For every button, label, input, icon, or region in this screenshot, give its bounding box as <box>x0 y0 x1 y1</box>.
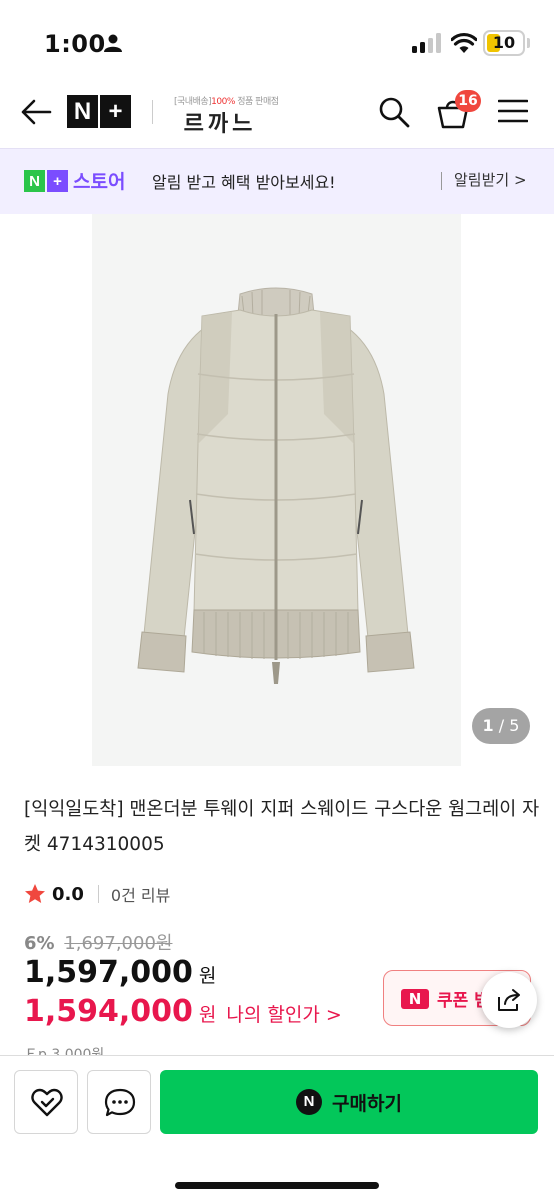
store-brand[interactable]: [국내배송]100% 정품 판매점 르까느 <box>174 94 279 137</box>
wifi-icon <box>451 32 477 53</box>
rating-row[interactable]: 0.0 0건 리뷰 <box>24 881 170 907</box>
share-icon <box>498 989 520 1011</box>
notification-banner[interactable]: N + 스토어 알림 받고 혜택 받아보세요! 알림받기 > <box>0 148 554 214</box>
header-divider <box>152 100 153 124</box>
sale-price-unit: 원 <box>198 1004 217 1026</box>
receive-alarm-link[interactable]: 알림받기 > <box>454 169 527 190</box>
naver-n-icon: N <box>296 1089 323 1115</box>
rating-score: 0.0 <box>52 883 84 905</box>
banner-logo-n: N <box>24 170 45 192</box>
buy-button[interactable]: N 구매하기 <box>160 1070 538 1134</box>
discount-rate: 6% <box>24 933 55 954</box>
original-price: 1,697,000원 <box>64 933 173 954</box>
home-indicator[interactable] <box>175 1182 379 1189</box>
nplus-logo-plus: + <box>100 95 131 128</box>
cart-count-badge: 16 <box>455 90 481 112</box>
rating-divider <box>97 885 99 903</box>
nplus-store-logo: N + <box>24 170 68 192</box>
battery-tip <box>527 38 530 48</box>
my-discount-link[interactable]: 나의 할인가 > <box>226 1004 341 1026</box>
chat-bubble-icon <box>104 1088 136 1117</box>
image-pager: 1 / 5 <box>472 708 530 744</box>
discount-row: 6% 1,697,000원 <box>24 929 172 955</box>
talktalk-button[interactable] <box>87 1070 151 1134</box>
price-value: 1,597,000 <box>24 955 193 990</box>
review-count[interactable]: 0건 리뷰 <box>111 882 170 906</box>
price-unit: 원 <box>198 965 217 987</box>
nplus-logo-n: N <box>67 95 98 128</box>
banner-divider <box>441 172 442 190</box>
product-image[interactable] <box>92 214 461 766</box>
status-bar: 1:00 10 <box>0 0 554 86</box>
jacket-illustration <box>137 287 415 684</box>
nplus-logo[interactable]: N + <box>67 95 132 128</box>
person-icon <box>104 34 122 52</box>
share-button[interactable] <box>481 972 537 1028</box>
coupon-icon: N <box>401 989 429 1009</box>
search-icon[interactable] <box>378 96 410 128</box>
back-arrow-icon[interactable] <box>20 98 52 126</box>
battery-icon: 10 <box>483 30 525 56</box>
signal-icon <box>412 33 441 53</box>
banner-store-label: 스토어 <box>73 171 126 193</box>
star-icon <box>25 884 45 903</box>
price: 1,597,000 원 <box>24 955 216 990</box>
pager-current: 1 <box>482 716 494 735</box>
battery-level: 10 <box>492 33 516 52</box>
sale-price-value: 1,594,000 <box>24 994 193 1029</box>
wishlist-button[interactable] <box>14 1070 78 1134</box>
banner-logo-plus: + <box>47 170 68 192</box>
pager-total: / 5 <box>498 716 520 735</box>
status-time: 1:00 <box>44 30 106 58</box>
brand-name: 르까느 <box>183 112 257 137</box>
sale-price-row[interactable]: 1,594,000 원 나의 할인가 > <box>24 994 342 1029</box>
product-title: [익익일도착] 맨온더분 투웨이 지퍼 스웨이드 구스다운 웜그레이 자켓 47… <box>24 799 540 855</box>
bottom-action-bar: N 구매하기 <box>0 1055 554 1200</box>
heart-icon <box>31 1088 63 1117</box>
menu-icon[interactable] <box>498 99 528 123</box>
banner-message: 알림 받고 혜택 받아보세요! <box>152 173 336 192</box>
buy-label: 구매하기 <box>332 1092 402 1115</box>
header-nav: N + [국내배송]100% 정품 판매점 르까느 16 <box>0 86 554 148</box>
